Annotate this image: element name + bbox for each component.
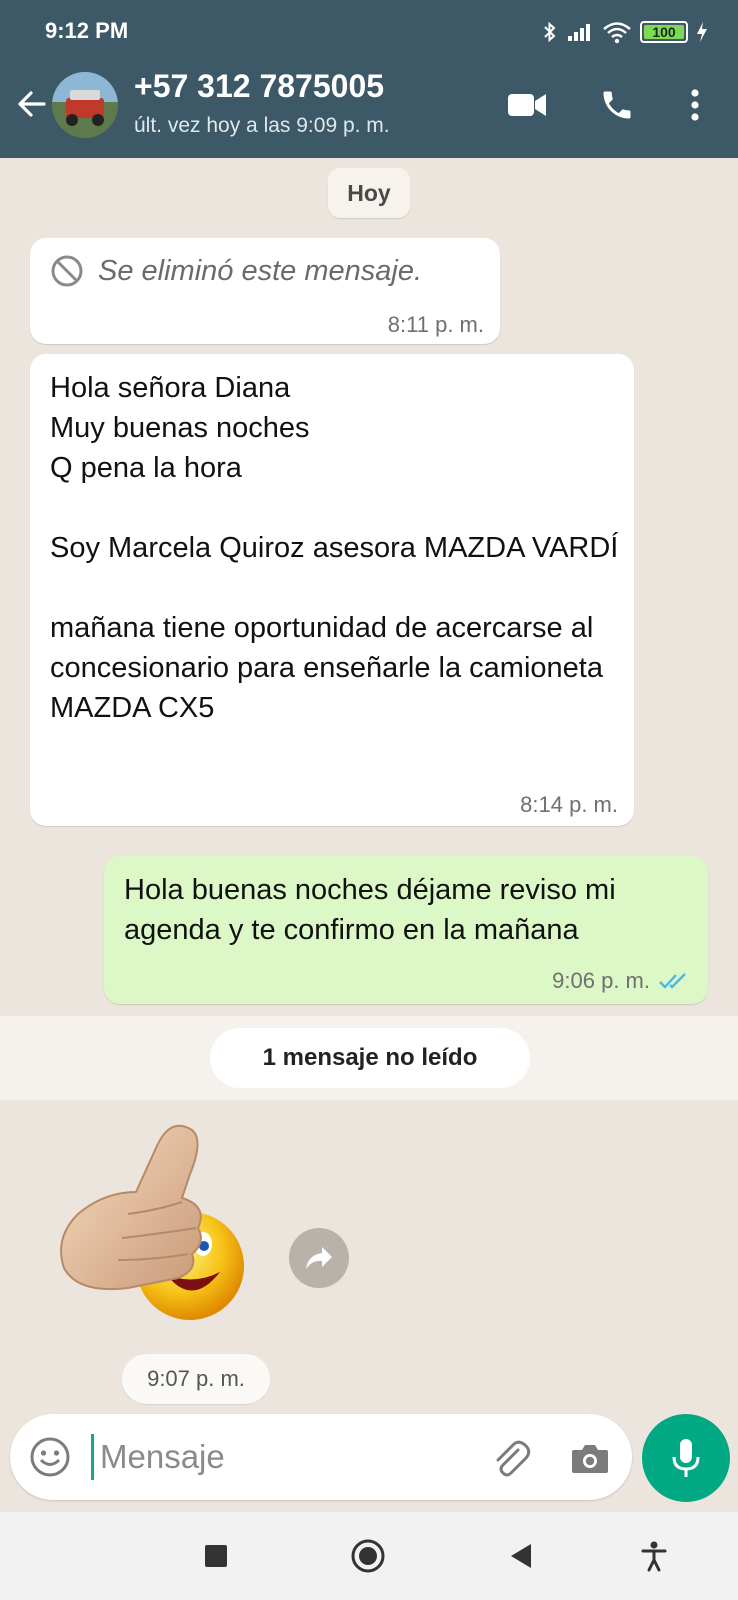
message-bubble-deleted[interactable]: Se eliminó este mensaje. 8:11 p. m. [30,238,500,344]
status-time: 9:12 PM [45,18,129,43]
back-button[interactable] [14,86,50,122]
battery-level: 100 [652,24,676,40]
avatar-image [52,72,118,138]
date-chip: Hoy [328,168,410,218]
message-input[interactable]: Mensaje [100,1438,225,1476]
camera-icon [572,1445,608,1473]
attach-button[interactable] [488,1436,532,1480]
message-composer[interactable]: Mensaje [10,1414,632,1500]
sticker-thumbs-up[interactable] [58,1118,258,1338]
wifi-icon [603,22,631,44]
voice-call-button[interactable] [596,84,638,126]
message-bubble-incoming[interactable]: Hola señora Diana Muy buenas noches Q pe… [30,354,634,826]
charging-icon [697,22,707,42]
message-bubble-outgoing[interactable]: Hola buenas noches déjame reviso mi agen… [104,856,708,1004]
chat-header: 9:12 PM 100 +57 312 7875005 últ. vez hoy… [0,0,738,158]
contact-avatar[interactable] [52,72,118,138]
microphone-icon [672,1439,700,1477]
voice-message-button[interactable] [642,1414,730,1502]
video-camera-icon [508,94,546,116]
video-call-button[interactable] [506,84,548,126]
status-icons: 100 [542,18,708,46]
signal-icon [568,24,590,41]
chat-area[interactable]: Hoy Se eliminó este mensaje. 8:11 p. m. … [0,158,738,1410]
unread-messages-chip: 1 mensaje no leído [210,1028,530,1088]
blocked-icon [51,255,83,287]
message-text: Hola buenas noches déjame reviso mi agen… [124,874,624,946]
status-bar: 9:12 PM 100 [0,0,738,64]
thumbs-up-smiley-sticker [60,1124,244,1320]
triangle-back-icon [511,1544,531,1568]
phone-icon [603,91,631,119]
more-vertical-icon [691,89,699,121]
deleted-message-text: Se eliminó este mensaje. [98,254,422,287]
accessibility-button[interactable] [632,1534,676,1578]
text-cursor [91,1434,94,1480]
last-seen-status: últ. vez hoy a las 9:09 p. m. [134,114,390,137]
emoji-button[interactable] [28,1435,72,1479]
paperclip-icon [496,1440,531,1477]
emoji-icon [30,1437,70,1477]
double-check-read-icon [659,973,686,989]
message-time: 8:14 p. m. [520,792,618,817]
forward-button[interactable] [289,1228,349,1288]
battery-icon: 100 [640,21,688,43]
system-navigation-bar [0,1512,738,1600]
back-nav-button[interactable] [498,1534,542,1578]
home-button[interactable] [346,1534,390,1578]
back-arrow-icon [18,91,46,117]
home-circle-icon [351,1539,385,1573]
camera-button[interactable] [568,1436,612,1480]
accessibility-icon [641,1541,667,1572]
message-text: Hola señora Diana Muy buenas noches Q pe… [50,372,619,724]
contact-name[interactable]: +57 312 7875005 [134,68,384,105]
square-icon [205,1545,227,1567]
bluetooth-icon [544,21,556,43]
overflow-menu-button[interactable] [674,84,716,126]
sticker-time: 9:07 p. m. [122,1354,270,1404]
forward-arrow-icon [306,1247,332,1269]
recents-button[interactable] [194,1534,238,1578]
message-time: 8:11 p. m. [387,312,484,337]
message-time: 9:06 p. m. [552,968,650,993]
